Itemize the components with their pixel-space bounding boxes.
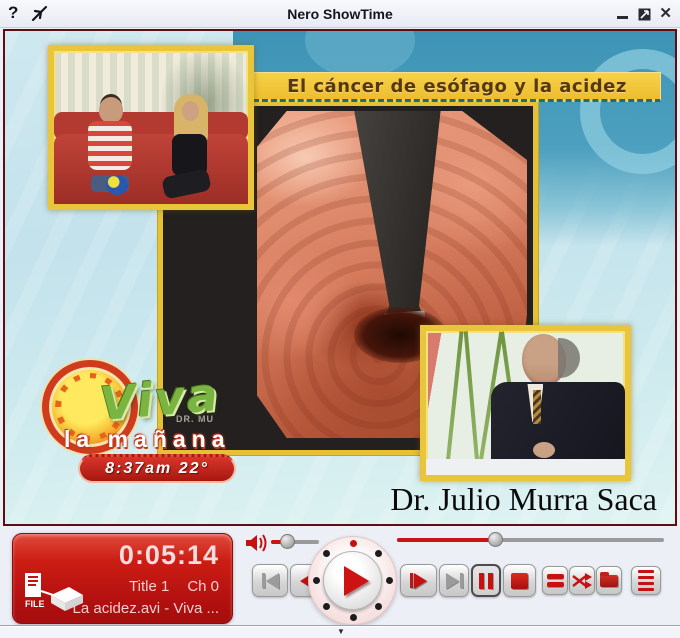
playlist-icon bbox=[638, 570, 654, 591]
playlist-button[interactable] bbox=[631, 566, 661, 595]
repeat-button[interactable] bbox=[542, 566, 568, 595]
video-display[interactable]: DR. MU El cáncer de esófago y la acidez bbox=[3, 29, 677, 526]
title-bar: ? Nero ShowTime ✕ bbox=[0, 0, 680, 28]
pause-icon bbox=[488, 572, 493, 589]
file-name: La acidez.avi - Viva ... bbox=[72, 600, 219, 617]
fast-forward-icon bbox=[414, 572, 427, 589]
deck-collapse-strip: ▼ bbox=[0, 625, 680, 638]
play-button-ring bbox=[308, 536, 397, 625]
pause-button[interactable] bbox=[471, 564, 501, 597]
svg-text:FILE: FILE bbox=[25, 599, 45, 609]
doctor-figure bbox=[486, 333, 625, 461]
browse-button[interactable] bbox=[596, 566, 622, 595]
restore-button[interactable] bbox=[638, 8, 651, 21]
window-title: Nero ShowTime bbox=[287, 5, 393, 22]
stop-button[interactable] bbox=[503, 564, 536, 597]
ring-dot-top bbox=[350, 540, 357, 547]
onair-clock: 8:37am 22° bbox=[78, 454, 236, 483]
headline-banner: El cáncer de esófago y la acidez bbox=[253, 72, 661, 102]
doctor-inset bbox=[420, 325, 631, 481]
nero-showtime-window: ? Nero ShowTime ✕ DR. MU El cáncer de es… bbox=[0, 0, 680, 638]
file-source-icon: FILE bbox=[23, 573, 85, 615]
shuffle-icon bbox=[572, 572, 592, 589]
viva-la-manana-logo: Viva la mañana 8:37am 22° bbox=[38, 356, 243, 516]
doctor-caption: Dr. Julio Murra Saca bbox=[390, 481, 657, 517]
elapsed-time: 0:05:14 bbox=[118, 540, 219, 570]
fast-forward-button[interactable] bbox=[400, 564, 437, 597]
headline-text: El cáncer de esófago y la acidez bbox=[287, 75, 627, 97]
shuffle-button[interactable] bbox=[569, 566, 595, 595]
seek-knob[interactable] bbox=[487, 532, 503, 547]
minimize-button[interactable] bbox=[617, 16, 628, 19]
logo-word-viva: Viva bbox=[97, 366, 222, 432]
hosts-inset bbox=[48, 45, 254, 210]
folder-icon bbox=[600, 571, 618, 587]
previous-button[interactable] bbox=[252, 564, 288, 597]
playback-readout: 0:05:14 Title 1 Ch 0 La acidez.avi - Viv… bbox=[12, 533, 233, 624]
channel-number: Ch 0 bbox=[187, 578, 219, 595]
next-button[interactable] bbox=[439, 564, 469, 597]
logo-word-manana: la mañana bbox=[64, 426, 231, 452]
volume-knob[interactable] bbox=[279, 534, 295, 549]
collapse-handle[interactable]: ▼ bbox=[330, 626, 352, 638]
seek-slider[interactable] bbox=[397, 532, 664, 547]
repeat-icon bbox=[546, 574, 564, 587]
title-number: Title 1 bbox=[129, 578, 170, 595]
play-button[interactable] bbox=[323, 551, 382, 610]
stop-icon bbox=[511, 572, 528, 589]
previous-icon bbox=[265, 572, 279, 589]
next-icon bbox=[445, 572, 459, 589]
play-icon bbox=[343, 565, 369, 596]
volume-icon bbox=[244, 532, 270, 554]
host-female bbox=[160, 93, 221, 200]
volume-slider[interactable] bbox=[271, 534, 319, 549]
close-button[interactable]: ✕ bbox=[659, 4, 672, 22]
control-deck: 0:05:14 Title 1 Ch 0 La acidez.avi - Viv… bbox=[0, 528, 680, 625]
